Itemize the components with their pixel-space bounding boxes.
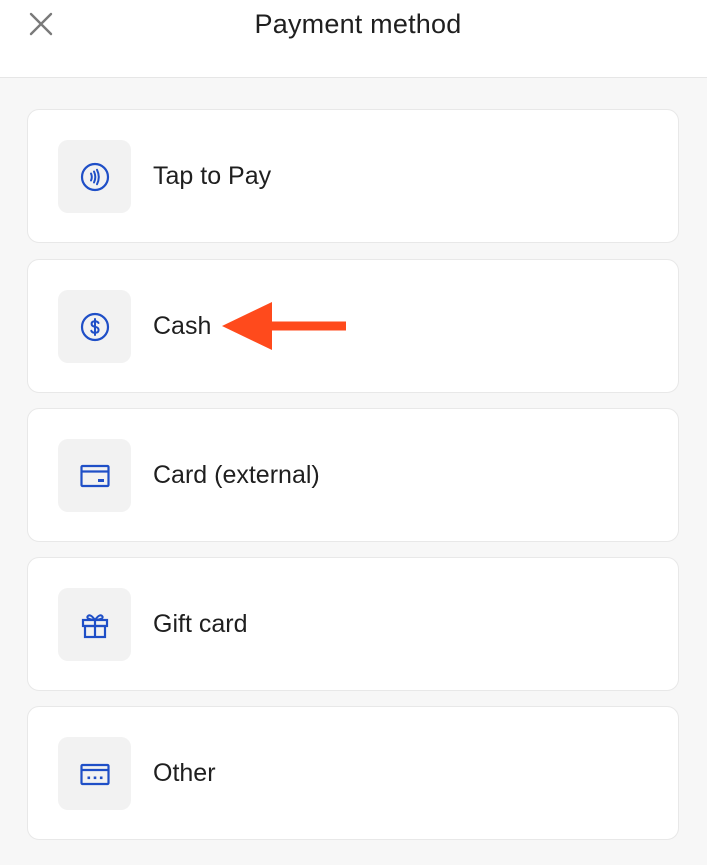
icon-tile — [58, 439, 131, 512]
icon-tile — [58, 290, 131, 363]
payment-option-gift-card[interactable]: Gift card — [27, 557, 679, 691]
page-title: Payment method — [254, 9, 462, 39]
payment-option-label: Card (external) — [153, 461, 320, 489]
payment-option-label: Other — [153, 759, 216, 787]
payment-option-tap-to-pay[interactable]: Tap to Pay — [27, 109, 679, 243]
icon-tile — [58, 737, 131, 810]
gift-icon — [81, 613, 108, 638]
payment-option-label: Tap to Pay — [153, 162, 272, 190]
payment-option-cash[interactable]: Cash — [27, 259, 679, 393]
payment-option-label: Cash — [153, 312, 212, 340]
contactless-icon — [80, 162, 109, 191]
dollar-circle-icon — [80, 312, 109, 341]
payment-option-card-external[interactable]: Card (external) — [27, 408, 679, 542]
icon-tile — [58, 588, 131, 661]
arrow-left-icon — [222, 302, 346, 350]
payment-option-other[interactable]: Other — [27, 706, 679, 840]
header-bar: Payment method — [0, 0, 707, 78]
card-icon — [79, 464, 110, 487]
payment-option-label: Gift card — [153, 610, 248, 638]
other-card-icon — [79, 763, 110, 785]
icon-tile — [58, 140, 131, 213]
